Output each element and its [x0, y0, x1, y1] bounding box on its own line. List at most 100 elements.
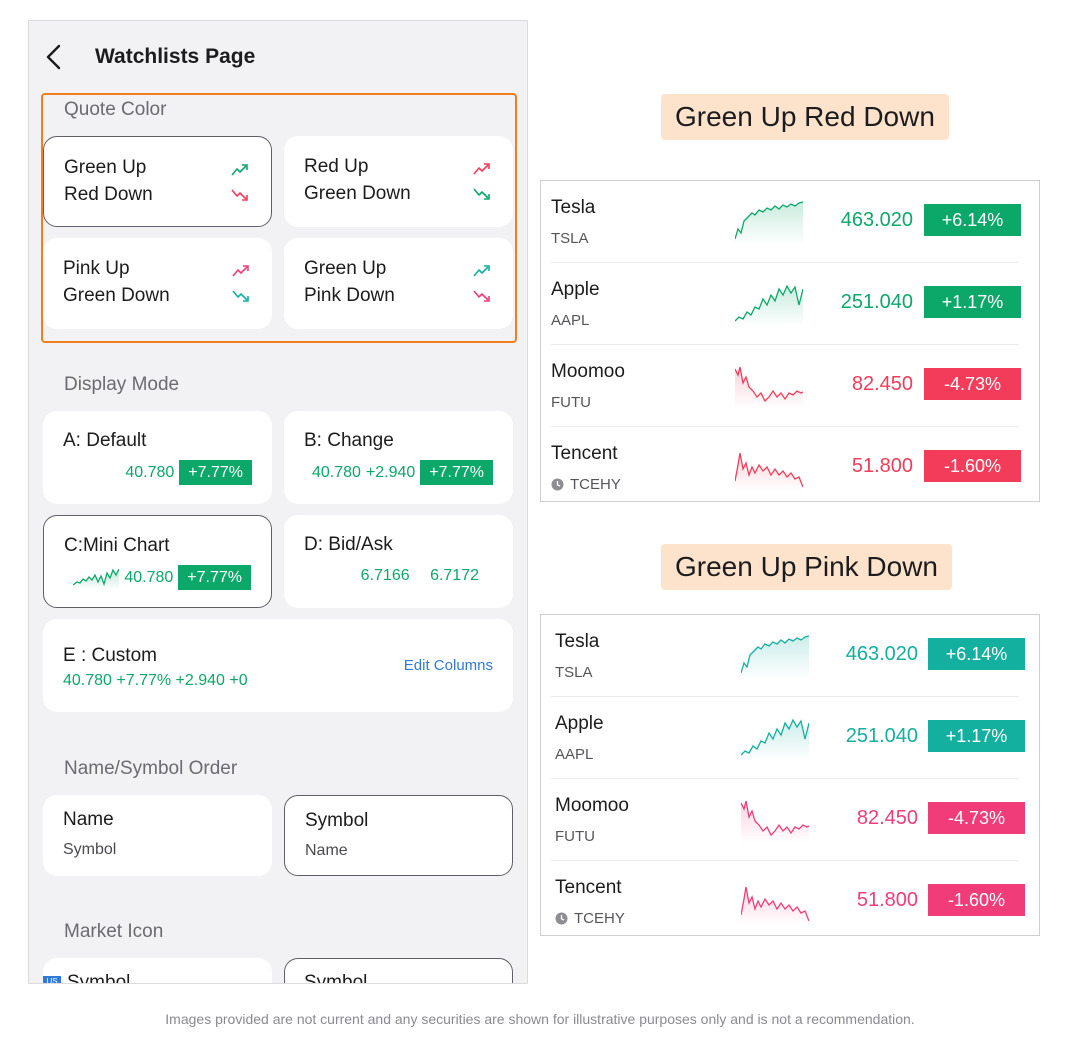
- trend-up-icon: [473, 163, 490, 175]
- trend-down-icon: [231, 189, 248, 201]
- stock-symbol: FUTU: [551, 394, 591, 411]
- stock-price: 51.800: [851, 455, 913, 477]
- table-row[interactable]: Tencent TCEHY 51.800 -1.60%: [541, 861, 1039, 943]
- table-row[interactable]: Tencent TCEHY 51.800 -1.60%: [541, 427, 1039, 509]
- clock-icon: [555, 912, 568, 925]
- trend-up-icon: [231, 164, 248, 176]
- us-market-badge: US: [43, 976, 61, 983]
- table-row[interactable]: Apple AAPL 251.040 +1.17%: [541, 697, 1039, 779]
- mode-price: 40.780: [124, 568, 174, 586]
- option-line2: Green Down: [304, 183, 411, 204]
- stock-symbol: TSLA: [555, 664, 593, 681]
- order-line1: Name: [63, 809, 114, 830]
- sparkline: [735, 366, 803, 409]
- change-badge: -1.60%: [928, 884, 1025, 916]
- trend-up-icon: [473, 265, 490, 277]
- stock-name: Moomoo: [555, 795, 629, 816]
- stock-name: Moomoo: [551, 361, 625, 382]
- display-mode-change[interactable]: B: Change 40.780 +2.940 +7.77%: [284, 411, 513, 504]
- order-line2: Symbol: [63, 841, 117, 858]
- symbol-text: FUTU: [555, 828, 595, 845]
- quote-color-option-green-up-pink-down[interactable]: Green Up Pink Down: [284, 238, 513, 329]
- page-title: Watchlists Page: [95, 45, 256, 68]
- clock-icon: [551, 478, 564, 491]
- name-order-option-name-first[interactable]: Name Symbol: [43, 795, 272, 876]
- display-mode-custom[interactable]: E : Custom 40.780 +7.77% +2.940 +0 Edit …: [43, 619, 513, 712]
- watchlists-settings-panel: Watchlists Page Quote Color Green Up Red…: [28, 20, 528, 984]
- quote-color-option-red-up-green-down[interactable]: Red Up Green Down: [284, 136, 513, 227]
- change-badge: -1.60%: [924, 450, 1021, 482]
- option-line2: Green Down: [63, 285, 170, 306]
- display-mode-bid-ask[interactable]: D: Bid/Ask 6.7166 6.7172: [284, 515, 513, 608]
- sparkline: [741, 886, 809, 925]
- name-order-heading: Name/Symbol Order: [64, 758, 238, 779]
- market-icon-option-label: Symbol: [304, 972, 368, 984]
- option-line1: Green Up: [304, 258, 387, 279]
- change-badge: -4.73%: [924, 368, 1021, 400]
- stock-symbol: FUTU: [555, 828, 595, 845]
- stock-name: Apple: [551, 279, 600, 300]
- stock-price: 463.020: [845, 643, 918, 665]
- table-row[interactable]: Moomoo FUTU 82.450 -4.73%: [541, 779, 1039, 861]
- quote-color-option-green-up-red-down[interactable]: Green Up Red Down: [43, 136, 272, 227]
- mode-price: 40.780: [125, 463, 175, 481]
- mode-title: E : Custom: [63, 645, 157, 666]
- market-icon-heading: Market Icon: [64, 921, 164, 942]
- change-badge: +6.14%: [928, 638, 1025, 670]
- name-order-option-symbol-first[interactable]: Symbol Name: [284, 795, 513, 876]
- mode-price: 40.780: [311, 463, 361, 481]
- custom-values: 40.780 +7.77% +2.940 +0: [63, 672, 248, 689]
- bid-ask-values: 6.7166 6.7172: [361, 567, 479, 585]
- display-mode-mini-chart[interactable]: C:Mini Chart 40.780 +7.77%: [43, 515, 272, 608]
- symbol-text: AAPL: [551, 312, 590, 329]
- stock-name: Tencent: [551, 443, 618, 464]
- stock-symbol: AAPL: [555, 746, 593, 763]
- sparkline: [741, 718, 809, 761]
- sparkline-area: [741, 801, 809, 843]
- sparkline-area: [741, 720, 809, 761]
- stock-name: Tencent: [555, 877, 622, 898]
- symbol-text: TSLA: [555, 664, 593, 681]
- table-row[interactable]: Moomoo FUTU 82.450 -4.73%: [541, 345, 1039, 427]
- stock-symbol: TSLA: [551, 230, 589, 247]
- table-row[interactable]: Apple AAPL 251.040 +1.17%: [541, 263, 1039, 345]
- mode-pct-badge: +7.77%: [178, 565, 251, 590]
- edit-columns-link[interactable]: Edit Columns: [404, 657, 493, 674]
- table-row[interactable]: Tesla TSLA 463.020 +6.14%: [541, 181, 1039, 263]
- order-line1: Symbol: [305, 810, 369, 831]
- sparkline: [741, 800, 809, 843]
- mode-pct-badge: +7.77%: [179, 460, 252, 485]
- mode-pct-badge: +7.77%: [420, 460, 493, 485]
- preview-label-green-up-pink-down: Green Up Pink Down: [661, 544, 953, 590]
- mode-title: B: Change: [304, 430, 394, 451]
- symbol-text: TCEHY: [570, 476, 621, 493]
- display-mode-heading: Display Mode: [64, 374, 180, 395]
- stock-price: 251.040: [845, 725, 918, 747]
- sparkline-area: [735, 286, 803, 327]
- stock-symbol: TCEHY: [551, 476, 621, 493]
- quote-color-option-pink-up-green-down[interactable]: Pink Up Green Down: [43, 238, 272, 329]
- mode-title: D: Bid/Ask: [304, 534, 393, 555]
- chevron-left-icon[interactable]: [43, 43, 67, 71]
- mode-preview: 40.780 +7.77%: [73, 565, 251, 590]
- trend-down-icon: [232, 290, 249, 302]
- ask-value: 6.7172: [430, 567, 479, 584]
- mode-title: A: Default: [63, 430, 147, 451]
- mode-preview: 40.780 +2.940 +7.77%: [312, 460, 493, 485]
- table-row[interactable]: Tesla TSLA 463.020 +6.14%: [541, 615, 1039, 697]
- stock-price: 51.800: [856, 889, 918, 911]
- stock-price: 463.020: [840, 209, 913, 231]
- mini-chart-sparkline: [73, 568, 120, 590]
- order-line2: Name: [305, 842, 348, 859]
- symbol-text: TSLA: [551, 230, 589, 247]
- display-mode-default[interactable]: A: Default 40.780 +7.77%: [43, 411, 272, 504]
- bid-value: 6.7166: [360, 567, 410, 584]
- mode-preview: 40.780 +7.77%: [125, 460, 252, 485]
- sparkline-area: [735, 367, 803, 409]
- sparkline: [735, 201, 803, 245]
- top-bar: Watchlists Page: [29, 21, 527, 93]
- stock-name: Tesla: [551, 197, 596, 218]
- change-badge: +1.17%: [928, 720, 1025, 752]
- disclaimer-text: Images provided are not current and any …: [165, 1011, 915, 1027]
- trend-down-icon: [473, 188, 490, 200]
